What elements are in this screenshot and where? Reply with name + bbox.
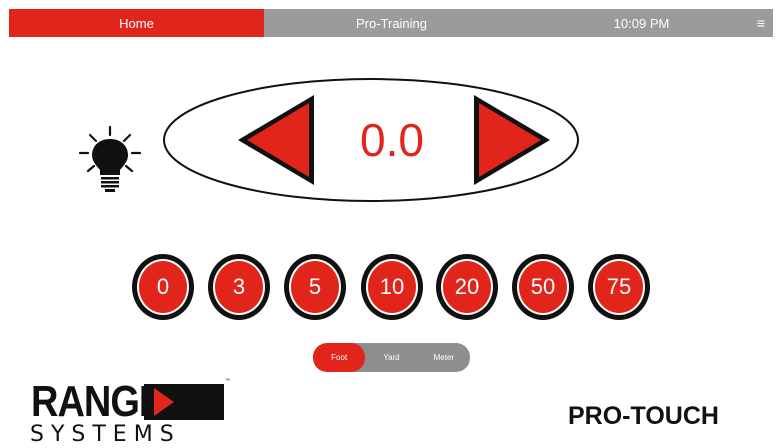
decrement-arrow-button[interactable] (232, 91, 322, 189)
distance-readout: 0.0 (360, 114, 424, 166)
preset-buttons: 0 3 5 10 20 50 75 (0, 254, 776, 322)
preset-button-5[interactable]: 5 (284, 254, 346, 320)
preset-label: 0 (137, 259, 189, 315)
logo-arrow-mark (144, 384, 224, 420)
logo-systems-word: SYSTEMS (30, 422, 181, 447)
home-tab-label: Home (119, 15, 154, 31)
lightbulb-icon[interactable] (78, 125, 142, 197)
value-controller: 0.0 (162, 77, 580, 203)
home-tab[interactable]: Home (9, 9, 264, 37)
preset-button-0[interactable]: 0 (132, 254, 194, 320)
preset-button-10[interactable]: 10 (361, 254, 423, 320)
unit-meter-button[interactable]: Meter (418, 343, 470, 372)
increment-arrow-button[interactable] (466, 91, 556, 189)
logo-trademark: ™ (225, 378, 230, 384)
top-bar: Home Pro-Training 10:09 PM ≡ (9, 9, 773, 37)
product-name: PRO-TOUCH (568, 402, 719, 430)
range-systems-logo: RANGE ™ SYSTEMS (30, 378, 230, 447)
preset-button-50[interactable]: 50 (512, 254, 574, 320)
clock-time: 10:09 PM (613, 15, 670, 31)
preset-label: 50 (517, 259, 569, 315)
preset-label: 3 (213, 259, 265, 315)
page-title: Pro-Training (355, 15, 428, 31)
top-bar-status: Pro-Training 10:09 PM ≡ (264, 9, 773, 37)
preset-button-3[interactable]: 3 (208, 254, 270, 320)
preset-label: 20 (441, 259, 493, 315)
preset-label: 5 (289, 259, 341, 315)
preset-button-20[interactable]: 20 (436, 254, 498, 320)
units-segmented-control: Foot Yard Meter (313, 343, 470, 372)
preset-label: 10 (366, 259, 418, 315)
menu-icon[interactable]: ≡ (757, 9, 765, 37)
unit-foot-button[interactable]: Foot (313, 343, 366, 372)
preset-button-75[interactable]: 75 (588, 254, 650, 320)
preset-label: 75 (593, 259, 645, 315)
unit-yard-button[interactable]: Yard (365, 343, 417, 372)
